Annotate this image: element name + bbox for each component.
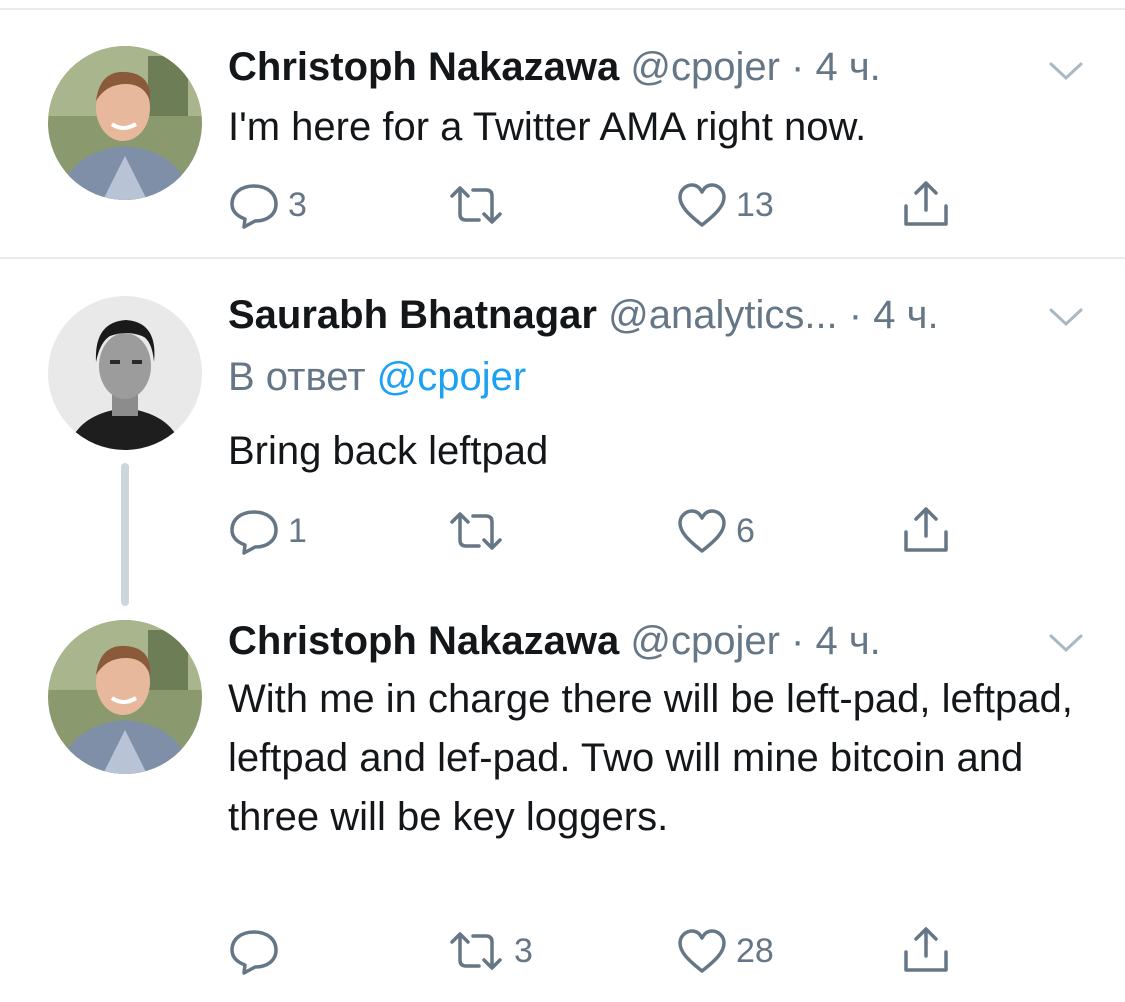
avatar[interactable] (48, 296, 202, 450)
retweet-icon (450, 932, 502, 970)
like-count: 6 (736, 511, 755, 550)
author-name[interactable]: Christoph Nakazawa (228, 619, 619, 663)
tweet-menu-button[interactable] (1047, 630, 1085, 658)
timestamp[interactable]: 4 ч. (815, 619, 880, 663)
retweet-icon (450, 512, 502, 550)
tweet-header: Christoph Nakazawa @cpojer · 4 ч. (228, 42, 1095, 92)
retweet-button[interactable] (446, 180, 514, 230)
share-icon (904, 927, 948, 972)
chevron-down-icon (1049, 634, 1083, 653)
tweet-text: Bring back leftpad (228, 429, 549, 473)
avatar-image (48, 46, 202, 200)
like-count: 28 (736, 931, 774, 970)
tweet[interactable]: Saurabh Bhatnagar @analytics... · 4 ч. В… (0, 258, 1125, 608)
chevron-down-icon (1049, 62, 1083, 81)
reply-button[interactable]: 3 (228, 180, 307, 230)
reply-context: В ответ @cpojer (228, 352, 526, 402)
tweet-text: I'm here for a Twitter AMA right now. (228, 105, 867, 149)
reply-prefix: В ответ (228, 355, 366, 399)
retweet-button[interactable]: 3 (446, 926, 533, 976)
reply-icon (230, 930, 278, 975)
timestamp[interactable]: 4 ч. (873, 293, 938, 337)
share-button[interactable] (900, 180, 952, 230)
tweet-text: With me in charge there will be left-pad… (228, 677, 1073, 839)
tweet-actions: 3 13 (228, 180, 988, 230)
avatar[interactable] (48, 46, 202, 200)
tweet-header: Saurabh Bhatnagar @analytics... · 4 ч. (228, 290, 1095, 340)
separator-dot: · (848, 293, 863, 337)
like-button[interactable]: 6 (676, 506, 755, 556)
like-button[interactable]: 28 (676, 926, 774, 976)
heart-icon (678, 509, 726, 553)
heart-icon (678, 929, 726, 973)
thread-line (121, 463, 129, 606)
author-handle[interactable]: @cpojer (630, 45, 780, 89)
author-name[interactable]: Christoph Nakazawa (228, 45, 619, 89)
avatar-image (48, 296, 202, 450)
author-handle[interactable]: @analytics... (608, 293, 838, 337)
reply-icon (230, 184, 278, 229)
tweet-header: Christoph Nakazawa @cpojer · 4 ч. (228, 616, 1095, 666)
tweet-actions: 1 6 (228, 506, 988, 556)
like-button[interactable]: 13 (676, 180, 774, 230)
tweet-menu-button[interactable] (1047, 58, 1085, 86)
reply-icon (230, 510, 278, 555)
tweet[interactable]: Christoph Nakazawa @cpojer · 4 ч. I'm he… (0, 0, 1125, 258)
reply-to-handle[interactable]: @cpojer (377, 355, 527, 399)
reply-button[interactable]: 1 (228, 506, 307, 556)
retweet-icon (450, 186, 502, 224)
separator-dot: · (791, 45, 805, 89)
author-handle[interactable]: @cpojer (630, 619, 780, 663)
avatar-image (48, 620, 202, 774)
heart-icon (678, 183, 726, 227)
author-name[interactable]: Saurabh Bhatnagar (228, 293, 597, 337)
timestamp[interactable]: 4 ч. (815, 45, 880, 89)
separator-dot: · (791, 619, 805, 663)
chevron-down-icon (1049, 308, 1083, 327)
share-button[interactable] (900, 926, 952, 976)
reply-count: 1 (288, 511, 307, 550)
reply-count: 3 (288, 185, 307, 224)
retweet-count: 3 (514, 931, 533, 970)
like-count: 13 (736, 185, 774, 224)
retweet-button[interactable] (446, 506, 514, 556)
tweet[interactable]: Christoph Nakazawa @cpojer · 4 ч. With m… (0, 608, 1125, 1002)
share-icon (904, 181, 948, 226)
reply-button[interactable] (228, 926, 288, 976)
share-button[interactable] (900, 506, 952, 556)
tweet-menu-button[interactable] (1047, 304, 1085, 332)
avatar[interactable] (48, 620, 202, 774)
tweet-actions: 3 28 (228, 926, 988, 976)
share-icon (904, 507, 948, 552)
